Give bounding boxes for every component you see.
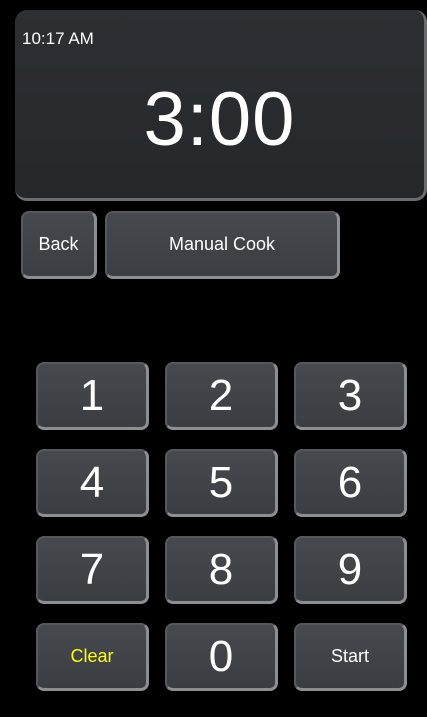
timer-display-panel: 10:17 AM 3:00 (15, 10, 427, 201)
keypad-key-0[interactable]: 0 (165, 623, 278, 691)
keypad-key-4[interactable]: 4 (36, 449, 149, 517)
manual-cook-button[interactable]: Manual Cook (105, 211, 340, 279)
clock-time: 10:17 AM (22, 29, 94, 48)
keypad-key-6[interactable]: 6 (294, 449, 407, 517)
timer-readout: 3:00 (143, 77, 296, 162)
back-button[interactable]: Back (21, 211, 97, 279)
keypad-key-2[interactable]: 2 (165, 362, 278, 430)
keypad-key-1[interactable]: 1 (36, 362, 149, 430)
clear-button[interactable]: Clear (36, 623, 149, 691)
keypad-key-5[interactable]: 5 (165, 449, 278, 517)
keypad-key-9[interactable]: 9 (294, 536, 407, 604)
start-button[interactable]: Start (294, 623, 407, 691)
keypad-key-8[interactable]: 8 (165, 536, 278, 604)
keypad-key-7[interactable]: 7 (36, 536, 149, 604)
keypad-key-3[interactable]: 3 (294, 362, 407, 430)
